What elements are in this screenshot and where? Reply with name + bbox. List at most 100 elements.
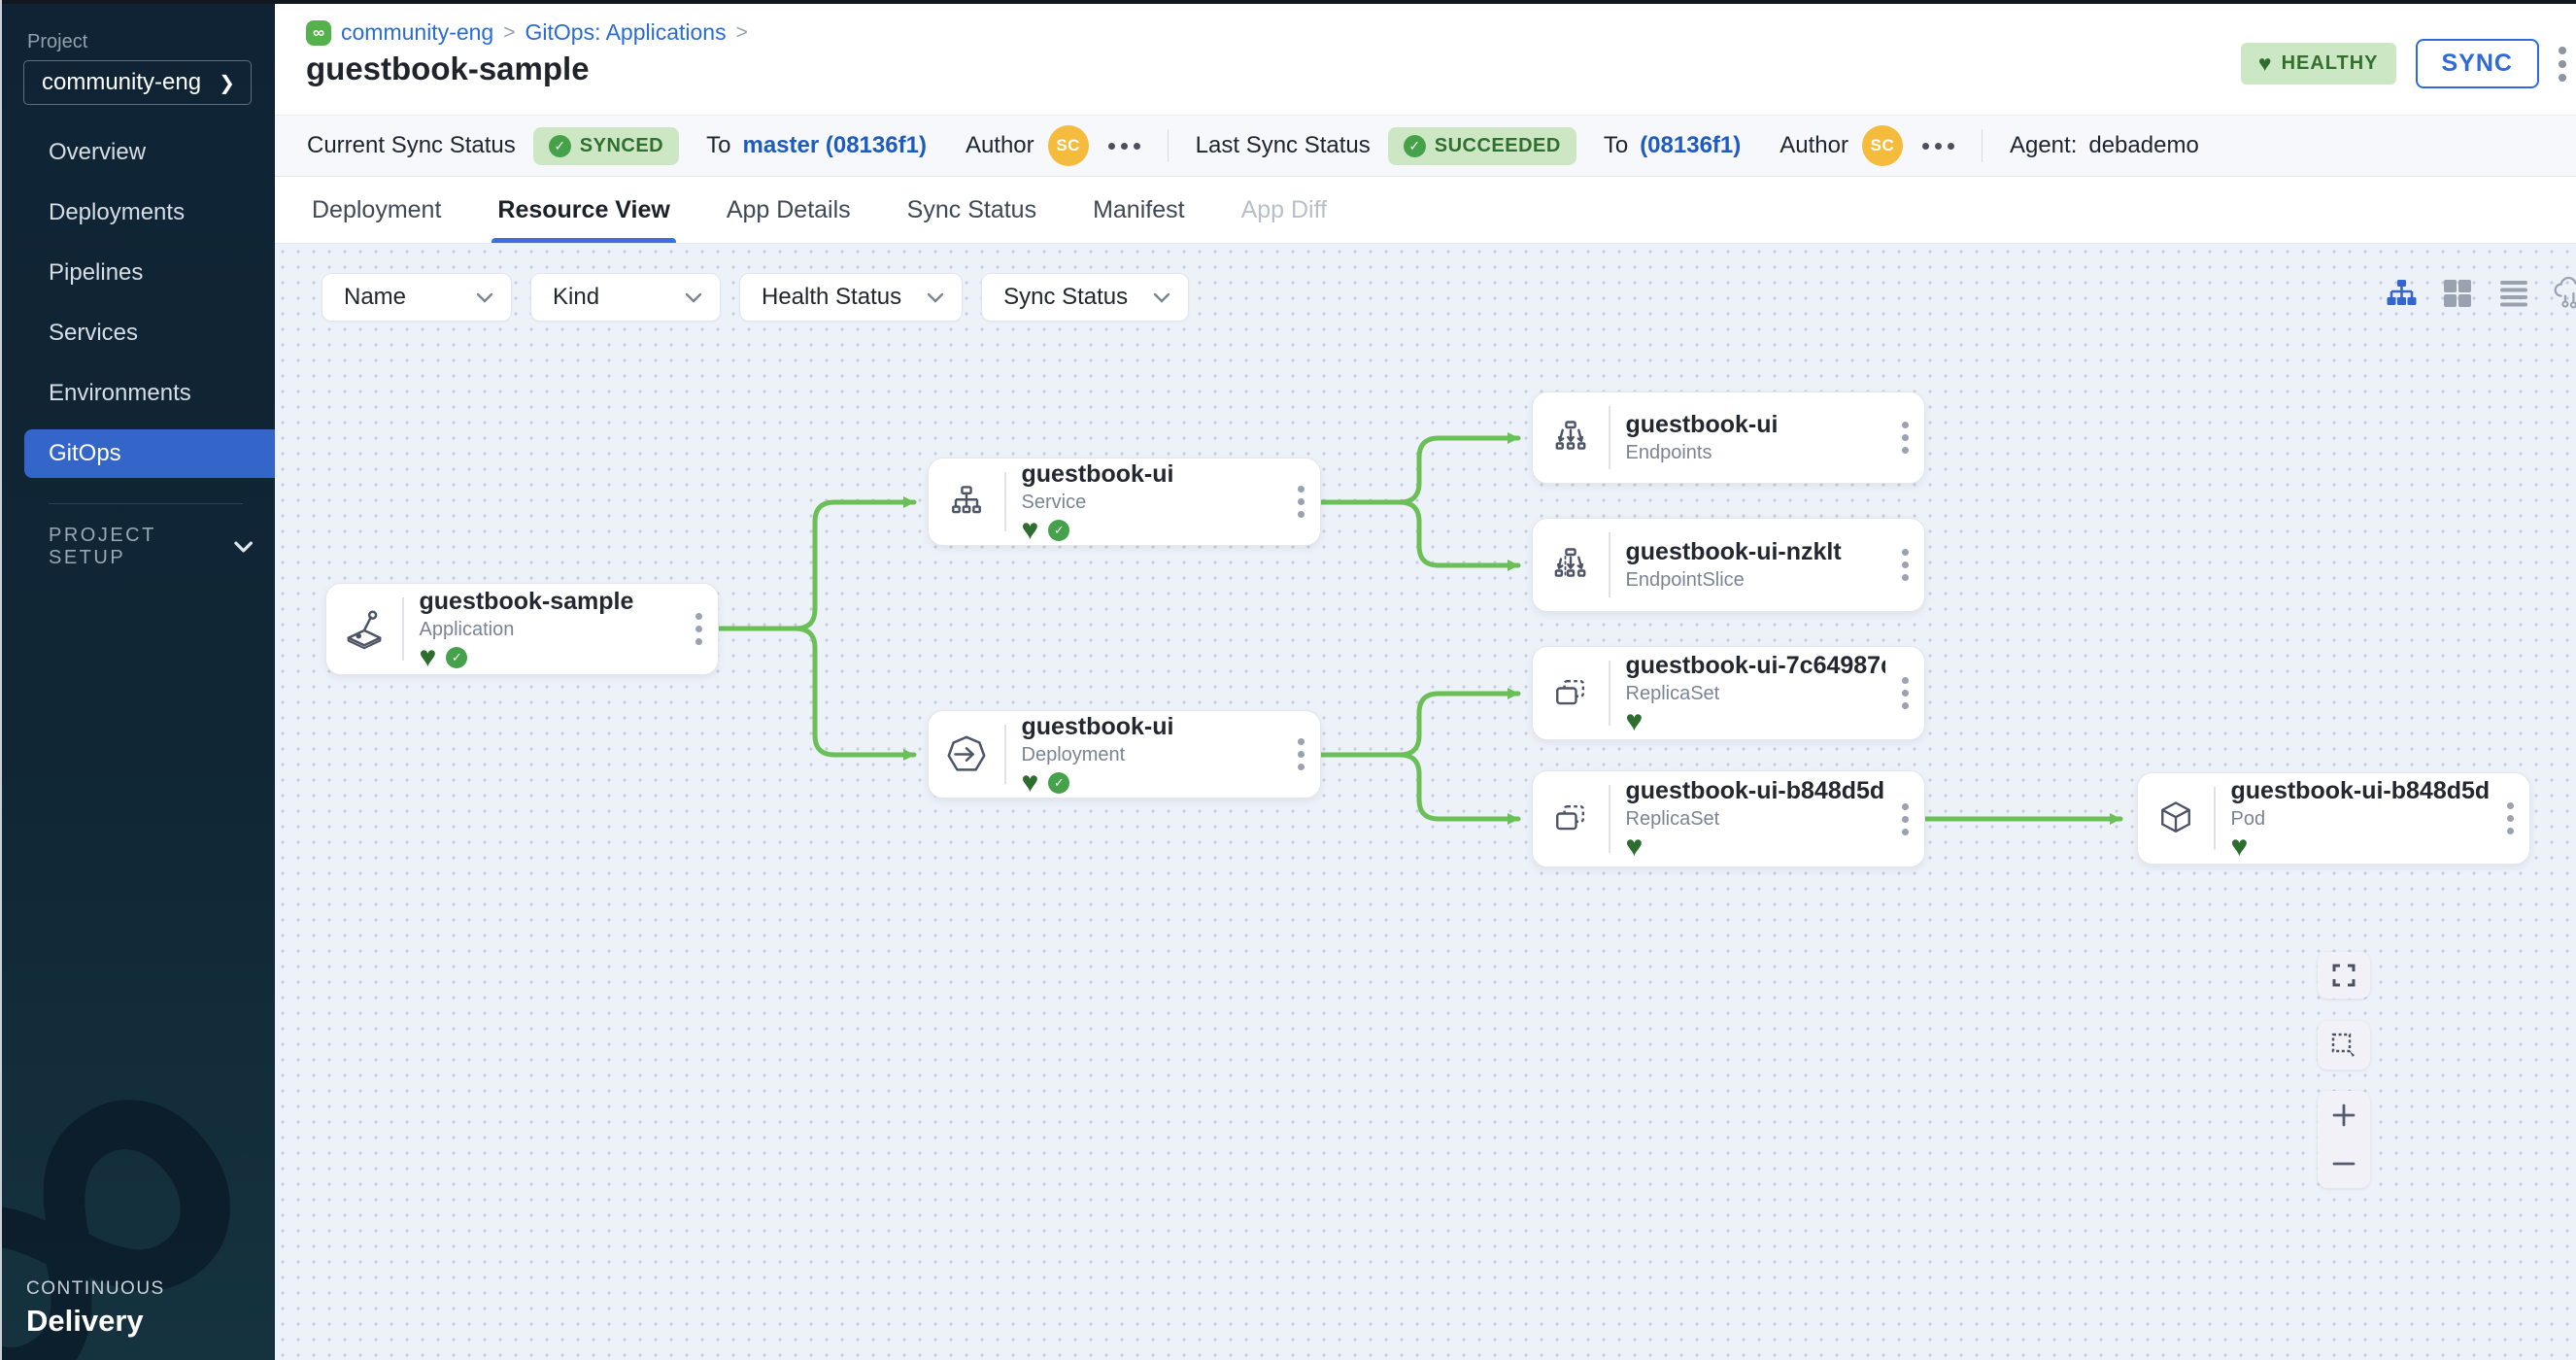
- zoom-in-button[interactable]: [2318, 1091, 2370, 1139]
- health-heart-icon: ♥: [1022, 770, 1039, 796]
- zoom-out-button[interactable]: [2318, 1139, 2370, 1188]
- brand-logo: CONTINUOUS Delivery: [26, 1278, 165, 1339]
- filter-bar: Name Kind Health Status Sync Status: [322, 273, 1189, 322]
- tab-app-diff[interactable]: App Diff: [1241, 177, 1327, 243]
- sidebar-divider: [49, 503, 243, 504]
- node-title: guestbook-ui: [1022, 713, 1282, 741]
- chevron-down-icon: [476, 292, 493, 303]
- node-kind: Endpoints: [1626, 442, 1886, 464]
- chevron-right-icon: ❯: [219, 71, 235, 95]
- node-kind: EndpointSlice: [1626, 569, 1886, 592]
- tabs-bar: Deployment Resource View App Details Syn…: [275, 177, 2576, 244]
- chevron-down-icon: [1153, 292, 1170, 303]
- node-replicaset-b848d5d9d[interactable]: guestbook-ui-b848d5d9d ReplicaSet ♥: [1532, 770, 1925, 867]
- resource-tree-canvas[interactable]: Name Kind Health Status Sync Status: [275, 244, 2576, 1360]
- view-mode-switcher: [2385, 277, 2576, 310]
- node-endpoints[interactable]: guestbook-ui Endpoints: [1532, 391, 1925, 484]
- tab-resource-view[interactable]: Resource View: [497, 177, 669, 243]
- node-application[interactable]: guestbook-sample Application ♥ ✓: [325, 583, 719, 675]
- node-replicaset-7c64987dc9[interactable]: guestbook-ui-7c64987dc9 ReplicaSet ♥: [1532, 646, 1925, 740]
- header-actions: ♥ HEALTHY SYNC: [2241, 39, 2551, 88]
- app-menu-button[interactable]: [2559, 47, 2566, 82]
- sidebar-item-pipelines[interactable]: Pipelines: [0, 243, 275, 303]
- breadcrumb: ∞ community-eng > GitOps: Applications >: [306, 19, 748, 46]
- gitops-breadcrumb-icon: ∞: [306, 20, 331, 46]
- sync-status-bar: Current Sync Status ✓ SYNCED To master (…: [275, 115, 2576, 177]
- replicaset-icon: [1533, 798, 1609, 840]
- sidebar-item-environments[interactable]: Environments: [0, 363, 275, 424]
- minus-icon: [2330, 1150, 2357, 1177]
- last-target-link[interactable]: (08136f1): [1640, 132, 1741, 159]
- list-view-icon[interactable]: [2497, 277, 2530, 310]
- filter-name[interactable]: Name: [322, 273, 512, 322]
- check-circle-icon: ✓: [1404, 135, 1426, 157]
- deployment-icon: [929, 732, 1004, 777]
- node-menu-button[interactable]: [2491, 802, 2529, 834]
- sidebar-item-services[interactable]: Services: [0, 303, 275, 363]
- node-menu-button[interactable]: [1885, 422, 1924, 454]
- author-avatar: SC: [1862, 125, 1903, 166]
- fit-selection-button[interactable]: [2318, 1021, 2370, 1070]
- node-menu-button[interactable]: [1281, 738, 1320, 770]
- endpointslice-icon: [1533, 544, 1609, 587]
- node-title: guestbook-ui: [1022, 460, 1282, 489]
- chevron-down-icon: [234, 541, 253, 553]
- fullscreen-button[interactable]: [2318, 952, 2370, 999]
- cluster-view-icon[interactable]: [2554, 277, 2576, 310]
- last-sync-label: Last Sync Status: [1196, 132, 1371, 159]
- more-options-button[interactable]: [1922, 143, 1954, 150]
- sync-button[interactable]: SYNC: [2416, 39, 2539, 88]
- project-setup-toggle[interactable]: PROJECT SETUP: [49, 525, 253, 569]
- application-icon: [326, 607, 402, 652]
- tab-deployment[interactable]: Deployment: [312, 177, 441, 243]
- node-menu-button[interactable]: [1281, 486, 1320, 518]
- node-endpointslice[interactable]: guestbook-ui-nzklt EndpointSlice: [1532, 518, 1925, 612]
- filter-health-status[interactable]: Health Status: [739, 273, 963, 322]
- tab-sync-status[interactable]: Sync Status: [907, 177, 1036, 243]
- zoom-controls: [2318, 1091, 2370, 1188]
- tree-view-icon[interactable]: [2385, 277, 2418, 310]
- health-heart-icon: ♥: [1626, 834, 1644, 860]
- node-menu-button[interactable]: [679, 613, 718, 645]
- node-menu-button[interactable]: [1885, 803, 1924, 835]
- health-status-badge: ♥ HEALTHY: [2241, 43, 2396, 85]
- project-selector[interactable]: community-eng ❯: [23, 60, 252, 105]
- node-menu-button[interactable]: [1885, 677, 1924, 709]
- tab-manifest[interactable]: Manifest: [1093, 177, 1184, 243]
- filter-sync-status[interactable]: Sync Status: [981, 273, 1189, 322]
- fullscreen-icon: [2331, 963, 2356, 988]
- grid-view-icon[interactable]: [2441, 277, 2474, 310]
- sidebar: ∞ Project community-eng ❯ Overview Deplo…: [0, 0, 275, 1360]
- current-target-link[interactable]: master (08136f1): [742, 132, 926, 159]
- sidebar-nav: Overview Deployments Pipelines Services …: [0, 122, 275, 484]
- breadcrumb-project-link[interactable]: community-eng: [341, 19, 493, 46]
- synced-badge: ✓ SYNCED: [533, 127, 679, 165]
- window-left-edge: [0, 0, 2, 1360]
- filter-kind[interactable]: Kind: [530, 273, 721, 322]
- breadcrumb-applications-link[interactable]: GitOps: Applications: [525, 19, 727, 46]
- breadcrumb-separator: >: [503, 21, 515, 45]
- page-header: ∞ community-eng > GitOps: Applications >…: [275, 0, 2576, 115]
- divider: [1982, 129, 1983, 162]
- node-kind: Pod: [2231, 808, 2491, 831]
- synced-check-icon: ✓: [1048, 772, 1069, 794]
- tab-app-details[interactable]: App Details: [727, 177, 851, 243]
- node-deployment[interactable]: guestbook-ui Deployment ♥ ✓: [928, 710, 1321, 799]
- chevron-down-icon: [927, 292, 944, 303]
- plus-icon: [2330, 1102, 2357, 1129]
- sidebar-item-overview[interactable]: Overview: [0, 122, 275, 183]
- author-avatar: SC: [1048, 125, 1089, 166]
- succeeded-badge: ✓ SUCCEEDED: [1388, 127, 1576, 165]
- node-title: guestbook-sample: [420, 588, 680, 616]
- node-pod[interactable]: guestbook-ui-b848d5d9... Pod ♥: [2137, 772, 2530, 865]
- node-menu-button[interactable]: [1885, 549, 1924, 581]
- more-options-button[interactable]: [1108, 143, 1140, 150]
- node-service[interactable]: guestbook-ui Service ♥ ✓: [928, 458, 1321, 546]
- pod-icon: [2138, 798, 2214, 840]
- project-label: Project: [27, 31, 87, 53]
- sidebar-item-gitops[interactable]: GitOps: [24, 429, 275, 478]
- node-kind: Application: [420, 619, 680, 641]
- to-label: To: [706, 132, 730, 159]
- sidebar-item-deployments[interactable]: Deployments: [0, 183, 275, 243]
- agent-value: debademo: [2088, 132, 2198, 159]
